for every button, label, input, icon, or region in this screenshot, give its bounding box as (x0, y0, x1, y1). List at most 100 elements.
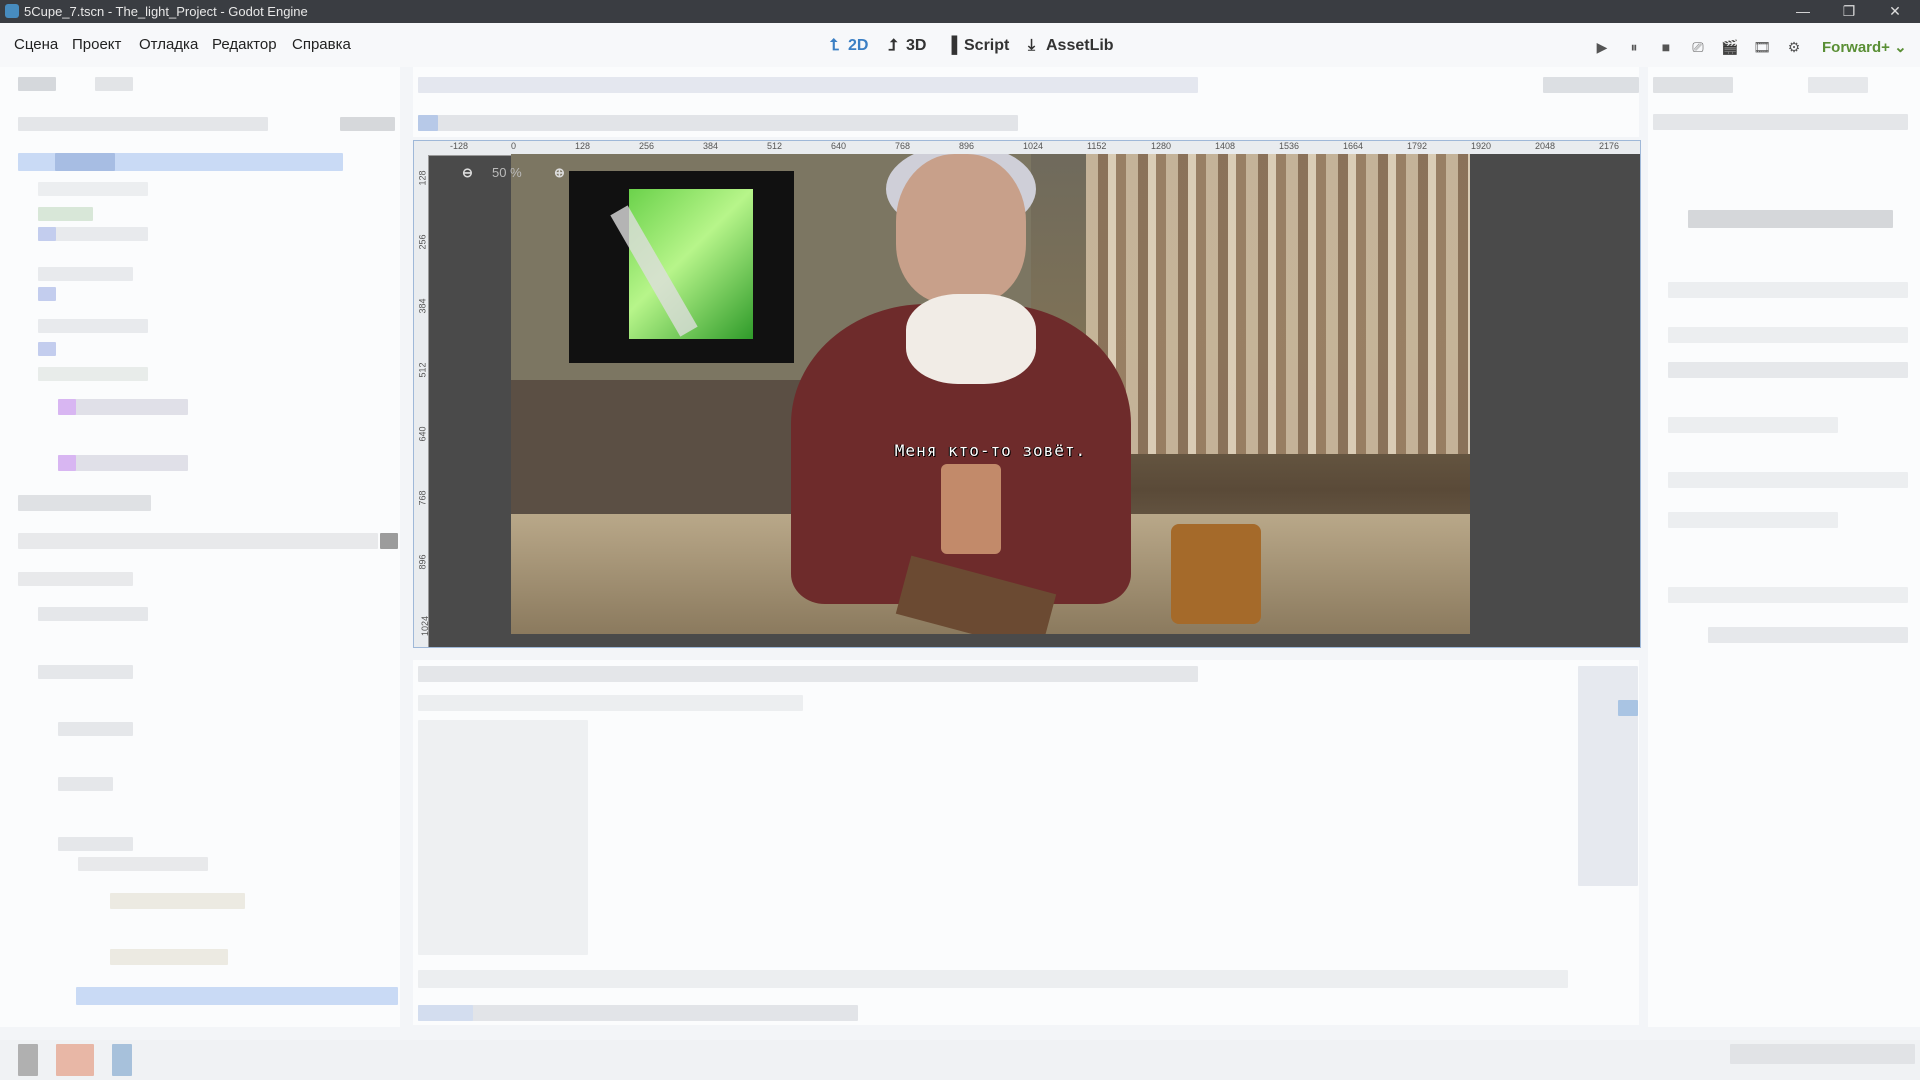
remote-debug-icon[interactable]: ⎚ (1688, 37, 1708, 57)
tab-assetlib-label: AssetLib (1046, 37, 1114, 54)
ruler-tick: 1920 (1471, 141, 1492, 151)
toolbar-blur (1543, 77, 1639, 93)
restore-button[interactable]: ❐ (1826, 0, 1872, 23)
ruler-tick: 768 (895, 141, 911, 151)
property-blur (1668, 362, 1908, 378)
panel-blur (418, 970, 1568, 988)
close-button[interactable]: ✕ (1872, 0, 1918, 23)
scene-tree-node-blur (38, 319, 148, 333)
dock-toolbar-blur (340, 117, 395, 131)
toolbar-blur (418, 77, 1198, 93)
tab-script[interactable]: ▐ Script (946, 37, 1009, 55)
menu-help[interactable]: Справка (292, 36, 351, 53)
property-blur (1708, 627, 1908, 643)
node-icon (38, 227, 56, 241)
menu-debug[interactable]: Отладка (139, 36, 198, 53)
ruler-tick: 1024 (1023, 141, 1044, 151)
tab-assetlib[interactable]: ⤓ AssetLib (1028, 37, 1114, 55)
filesystem-selected-row[interactable] (76, 987, 398, 1005)
inspector-tab-blur (1808, 77, 1868, 93)
character-head (896, 154, 1026, 304)
play-icon[interactable]: ▶ (1592, 37, 1612, 57)
play-custom-scene-icon[interactable]: 🎞 (1752, 37, 1772, 57)
title-bar: 5Cupe_7.tscn - The_light_Project - Godot… (0, 0, 1920, 23)
property-blur (1668, 587, 1908, 603)
ruler-tick: 256 (417, 234, 428, 250)
ruler-tick: 2048 (1535, 141, 1556, 151)
ruler-tick: 2176 (1599, 141, 1620, 151)
menu-bar: Сцена Проект Отладка Редактор Справка ⮤ 2… (0, 23, 1920, 67)
zoom-out-icon[interactable]: ⊖ (462, 165, 473, 181)
viewport-2d[interactable]: -128 0 128 256 384 512 640 768 896 1024 … (413, 140, 1641, 648)
panel-blur (418, 666, 1198, 682)
dock-tab-blur (95, 77, 133, 91)
select-tool-icon[interactable] (418, 115, 438, 131)
menu-editor[interactable]: Редактор (212, 36, 277, 53)
zoom-in-icon[interactable]: ⊕ (554, 165, 565, 181)
tab-2d-label: 2D (848, 37, 869, 54)
ruler-tick: 256 (639, 141, 655, 151)
node-icon (58, 455, 76, 471)
godot-logo-icon (5, 4, 19, 18)
ruler-tick: 768 (417, 490, 428, 506)
menu-scene[interactable]: Сцена (14, 36, 58, 53)
tab-3d-label: 3D (906, 37, 927, 54)
status-icon (112, 1044, 132, 1076)
3d-icon: ⮥ (888, 37, 898, 54)
inspector-tab-blur (1653, 77, 1733, 93)
filesystem-row-blur (38, 665, 133, 679)
renderer-dropdown[interactable]: Forward+ ⌄ (1822, 38, 1907, 56)
property-blur (1668, 472, 1908, 488)
ruler-tick: 512 (767, 141, 783, 151)
filesystem-row-blur (18, 572, 133, 586)
ruler-tick: 1536 (1279, 141, 1300, 151)
node-icon (58, 399, 76, 415)
menu-project[interactable]: Проект (72, 36, 121, 53)
movie-maker-icon[interactable]: ⚙ (1784, 37, 1804, 57)
output-list-blur (418, 720, 588, 955)
pause-icon[interactable]: ⏸ (1624, 37, 1644, 57)
file-path-blur (18, 533, 378, 549)
stop-icon[interactable]: ■ (1656, 37, 1676, 57)
ruler-tick: 640 (417, 426, 428, 442)
bottom-tab-active[interactable] (418, 1005, 473, 1021)
filesystem-row-blur (58, 777, 113, 791)
ruler-tick: 1280 (1151, 141, 1172, 151)
toolbar-blur (418, 115, 1018, 131)
layout-icon (380, 533, 398, 549)
zoom-level[interactable]: 50 % (492, 165, 522, 180)
ruler-vertical: 128 256 384 512 640 768 896 1024 (414, 155, 430, 647)
ruler-tick: 1408 (1215, 141, 1236, 151)
renderer-label: Forward+ (1822, 39, 1890, 56)
ruler-tick: -128 (450, 141, 469, 151)
bottom-panel (413, 660, 1639, 1025)
panel-blur (418, 695, 803, 711)
minimize-button[interactable]: — (1780, 0, 1826, 23)
status-bar (0, 1040, 1920, 1080)
dock-tab-blur (18, 495, 151, 511)
ruler-tick: 128 (575, 141, 591, 151)
ruler-tick: 512 (417, 362, 428, 378)
painting (569, 171, 794, 363)
tab-3d[interactable]: ⮥ 3D (888, 37, 926, 55)
scene-tree-node-blur (38, 367, 148, 381)
inspector-toolbar-blur (1653, 114, 1908, 130)
ruler-tick: 1152 (1087, 141, 1107, 151)
play-scene-icon[interactable]: 🎬 (1720, 37, 1740, 57)
filter-icon[interactable] (1618, 700, 1638, 716)
ruler-tick: 896 (417, 554, 428, 570)
glass-holder (941, 464, 1001, 554)
viewport-outside-area (1470, 154, 1640, 634)
ruler-tick: 128 (417, 170, 428, 186)
scene-tree-node-blur (38, 182, 148, 196)
node-icon (38, 287, 56, 301)
property-blur (1668, 417, 1838, 433)
property-blur (1668, 282, 1908, 298)
tab-2d[interactable]: ⮤ 2D (830, 37, 868, 55)
property-blur (1668, 327, 1908, 343)
ruler-tick: 896 (959, 141, 975, 151)
panel-filters-blur (1578, 666, 1638, 886)
scene-tree-node-blur (38, 207, 93, 221)
filesystem-row-blur (110, 893, 245, 909)
status-icon (56, 1044, 94, 1076)
